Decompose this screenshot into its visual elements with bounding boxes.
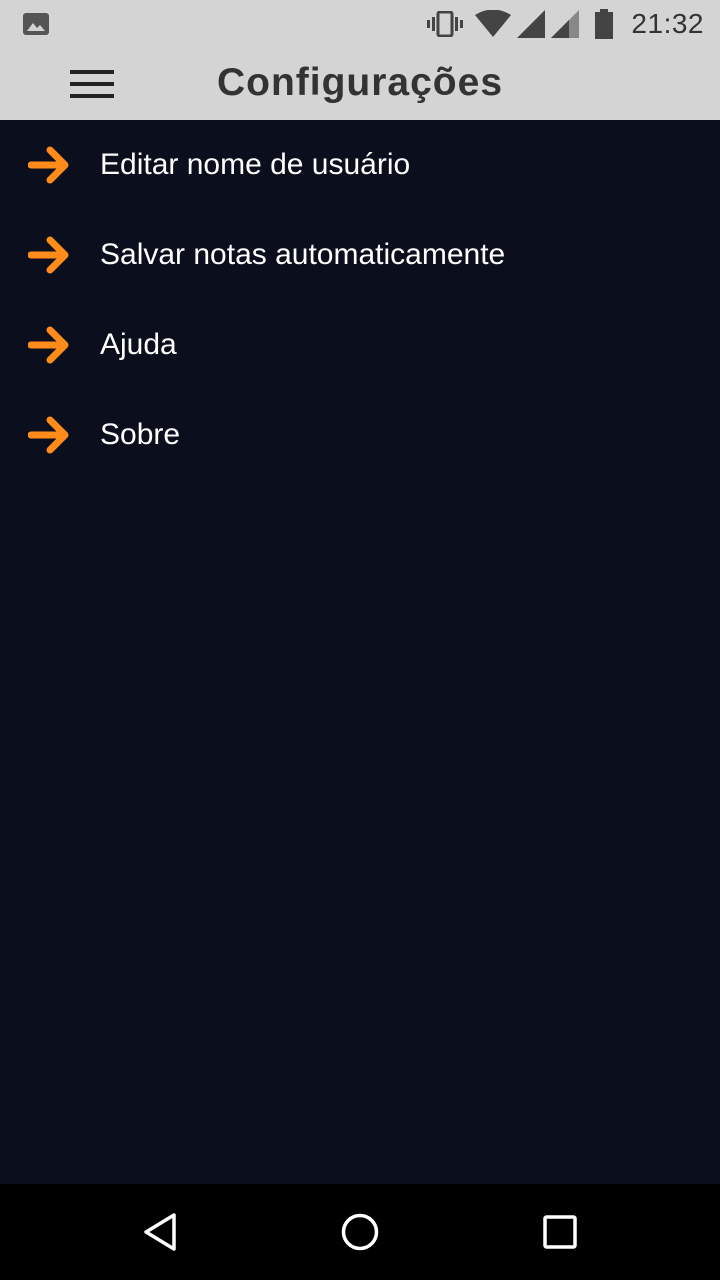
navigation-bar <box>0 1184 720 1280</box>
status-time: 21:32 <box>631 8 704 39</box>
settings-item-about[interactable]: Sobre <box>0 390 720 480</box>
back-icon[interactable] <box>140 1212 180 1252</box>
arrow-right-icon <box>28 236 69 274</box>
gallery-icon <box>23 13 49 35</box>
status-bar: 21:32 <box>0 0 720 48</box>
battery-icon <box>595 9 614 39</box>
recents-icon[interactable] <box>540 1212 580 1252</box>
settings-list: Editar nome de usuário Salvar notas auto… <box>0 120 720 480</box>
app-bar: Configurações <box>0 48 720 120</box>
page-title: Configurações <box>216 61 504 104</box>
settings-item-label: Editar nome de usuário <box>100 148 411 181</box>
arrow-right-icon <box>28 146 69 184</box>
wifi-icon <box>475 10 512 37</box>
settings-item-help[interactable]: Ajuda <box>0 300 720 390</box>
settings-screen: 21:32 Configurações Editar nome de usuár… <box>0 0 720 1280</box>
settings-item-label: Salvar notas automaticamente <box>100 238 506 271</box>
vibrate-icon <box>427 11 464 37</box>
home-icon[interactable] <box>340 1212 380 1252</box>
signal-icon <box>551 10 580 38</box>
signal-icon <box>517 10 546 38</box>
arrow-right-icon <box>28 326 69 364</box>
settings-item-label: Ajuda <box>100 328 177 361</box>
status-icons: 21:32 <box>427 0 704 48</box>
settings-item-label: Sobre <box>100 418 181 451</box>
settings-item-edit-username[interactable]: Editar nome de usuário <box>0 120 720 210</box>
settings-item-autosave-notes[interactable]: Salvar notas automaticamente <box>0 210 720 300</box>
arrow-right-icon <box>28 416 69 454</box>
